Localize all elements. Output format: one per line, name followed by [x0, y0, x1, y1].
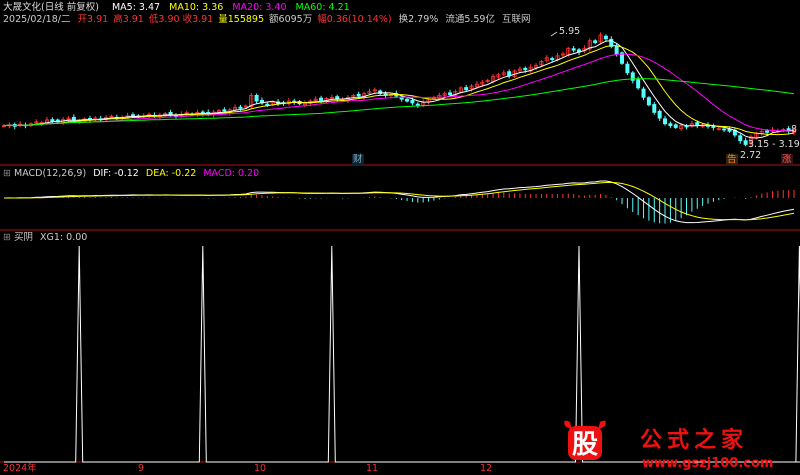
x-tick-9: 9 — [138, 463, 145, 474]
candle-body — [636, 79, 641, 89]
x-tick-10: 10 — [254, 463, 267, 474]
candle-body — [265, 103, 270, 106]
candle-body — [130, 114, 135, 117]
candle-body — [405, 98, 410, 102]
volume-label: 量155895 — [218, 14, 265, 25]
turnover-label: 换2.79% — [398, 14, 439, 25]
chart-canvas — [0, 31, 800, 463]
candle-body — [319, 97, 324, 102]
candle-body — [641, 88, 646, 98]
ma10-label: MA10: 3.36 — [169, 2, 224, 13]
candle-body — [356, 93, 361, 97]
candle-body — [765, 130, 770, 133]
sector-label: 互联网 — [502, 14, 531, 25]
date-label: 2025/02/18/二 — [3, 14, 71, 25]
candle-body — [50, 119, 55, 122]
candle-body — [593, 40, 598, 44]
watermark-logo: 股 — [560, 416, 610, 466]
watermark-url: www.gszj100.com — [642, 456, 774, 471]
candle-body — [652, 104, 657, 113]
candle-body — [550, 58, 555, 60]
candle-body — [238, 106, 243, 109]
candle-body — [603, 35, 608, 40]
candle-body — [743, 140, 748, 145]
low-price-annotation: 2.72 — [740, 150, 762, 161]
candle-body — [254, 95, 259, 102]
amount-label: 额6095万 — [269, 14, 313, 25]
xg1-label: XG1: 0.00 — [40, 232, 88, 243]
low-label: 低3.90 — [148, 14, 180, 25]
cai-marker[interactable]: 财 — [352, 154, 364, 165]
x-tick-12: 12 — [480, 463, 493, 474]
candle-body — [410, 99, 415, 104]
candle-body — [168, 112, 173, 115]
gao-marker[interactable]: 告 — [726, 154, 738, 165]
candle-body — [657, 110, 662, 119]
candle-body — [222, 109, 227, 112]
candle-body — [614, 45, 619, 55]
candle-body — [571, 48, 576, 51]
x-tick-11: 11 — [366, 463, 379, 474]
high-label: 高3.91 — [113, 14, 144, 25]
macd-value-label: MACD: 0.20 — [203, 168, 260, 179]
xg-name: 买阴 — [14, 232, 34, 243]
ma60-label: MA60: 4.21 — [295, 2, 350, 13]
high-price-annotation: 5.95 — [559, 26, 581, 37]
stock-title: 大晟文化(日线 前复权) — [3, 2, 99, 13]
float-label: 流通5.59亿 — [445, 14, 495, 25]
candle-body — [415, 103, 420, 106]
high-price-marker — [550, 31, 558, 37]
candle-body — [625, 63, 630, 74]
dif-label: DIF: -0.12 — [93, 168, 139, 179]
close-label: 收3.91 — [182, 14, 214, 25]
candle-body — [738, 135, 743, 142]
candle-body — [722, 128, 727, 131]
watermark-stamp-char: 股 — [571, 430, 598, 460]
dea-label: DEA: -0.22 — [145, 168, 197, 179]
eight-annotation: 8 — [791, 124, 798, 135]
candle-body — [673, 124, 678, 128]
x-tick-2024: 2024年 — [3, 463, 37, 474]
zhang-marker[interactable]: 涨 — [781, 154, 793, 165]
candle-body — [695, 122, 700, 126]
candle-body — [646, 97, 651, 106]
range-annotation: 3.15 - 3.19 — [748, 139, 800, 150]
ma5-label: MA5: 3.47 — [111, 2, 161, 13]
candle-body — [464, 87, 469, 91]
candle-body — [523, 67, 528, 71]
change-label: 幅0.36(10.14%) — [317, 14, 392, 25]
candle-body — [448, 92, 453, 96]
macd-name: MACD(12,26,9) — [14, 168, 87, 179]
candle-body — [663, 118, 668, 125]
open-label: 开3.91 — [77, 14, 109, 25]
ma20-label: MA20: 3.40 — [232, 2, 287, 13]
macd-expand-icon[interactable]: ⊞ — [3, 168, 11, 179]
candle-body — [668, 123, 673, 127]
watermark-name: 公式之家 — [640, 427, 749, 453]
xg-expand-icon[interactable]: ⊞ — [3, 232, 11, 243]
